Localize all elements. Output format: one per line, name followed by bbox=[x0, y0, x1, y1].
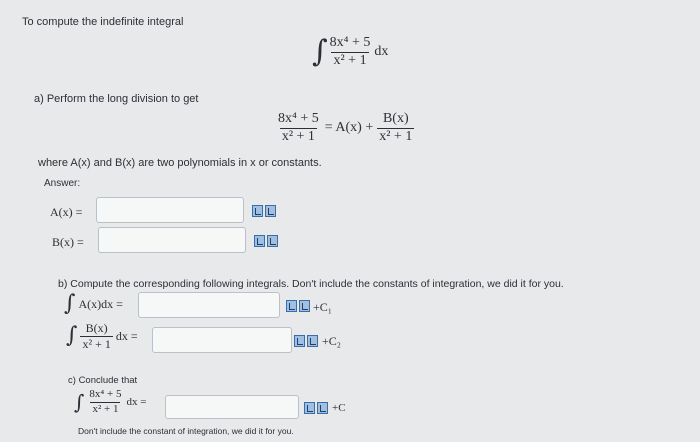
preview-icon[interactable] bbox=[265, 205, 276, 217]
a-of-x-input[interactable] bbox=[96, 197, 244, 223]
integral-c: ∫ 8x⁴ + 5 x² + 1 dx = bbox=[74, 388, 147, 415]
integral-sign: ∫ bbox=[66, 323, 78, 349]
integral-b: ∫ B(x) x² + 1 dx = bbox=[66, 322, 138, 350]
equation-middle: = A(x) + bbox=[324, 120, 374, 136]
equation-rhs: B(x) x² + 1 bbox=[377, 111, 415, 144]
part-a-label: a) bbox=[34, 93, 44, 105]
part-b-heading: b) Compute the corresponding following i… bbox=[58, 278, 564, 290]
integral-sign: ∫ bbox=[64, 291, 76, 316]
integral-b-input[interactable] bbox=[152, 327, 292, 353]
part-a-heading: a) Perform the long division to get bbox=[34, 93, 198, 105]
integral-a-input[interactable] bbox=[138, 292, 280, 318]
division-equation: 8x⁴ + 5 x² + 1 = A(x) + B(x) x² + 1 bbox=[276, 111, 415, 144]
integral-b-fraction: B(x) x² + 1 bbox=[80, 321, 113, 351]
equation-rhs-numerator: B(x) bbox=[382, 111, 409, 126]
main-integral-dx: dx bbox=[374, 44, 389, 60]
integral-c-numerator: 8x⁴ + 5 bbox=[89, 388, 122, 400]
integral-a-expression: A(x)dx = bbox=[78, 296, 123, 311]
equation-editor-icon[interactable] bbox=[294, 335, 305, 347]
integral-sign: ∫ bbox=[312, 34, 328, 70]
part-c-heading: c) Conclude that bbox=[68, 375, 137, 386]
integral-a: ∫ A(x)dx = bbox=[64, 293, 123, 315]
integral-a-constant: +C₁ bbox=[313, 300, 332, 314]
equation-lhs: 8x⁴ + 5 x² + 1 bbox=[276, 111, 321, 144]
answer-label: Answer: bbox=[44, 178, 81, 189]
integral-b-numerator: B(x) bbox=[85, 321, 108, 335]
integral-c-constant: +C bbox=[332, 402, 346, 414]
preview-icon[interactable] bbox=[307, 335, 318, 347]
intro-text: To compute the indefinite integral bbox=[22, 16, 184, 28]
integral-b-constant: +C₂ bbox=[322, 334, 341, 348]
where-text: where A(x) and B(x) are two polynomials … bbox=[38, 157, 322, 169]
b-of-x-label: B(x) = bbox=[52, 235, 84, 249]
a-of-x-label: A(x) = bbox=[50, 205, 83, 219]
integral-c-fraction: 8x⁴ + 5 x² + 1 bbox=[87, 388, 123, 415]
part-a-instruction: Perform the long division to get bbox=[46, 93, 199, 105]
part-c-instruction: Conclude that bbox=[78, 375, 138, 386]
integral-c-denominator: x² + 1 bbox=[90, 401, 121, 415]
main-integral-denominator: x² + 1 bbox=[331, 51, 369, 68]
equation-rhs-denominator: x² + 1 bbox=[377, 127, 415, 144]
integral-b-dx: dx = bbox=[115, 328, 138, 343]
main-integral-fraction: 8x⁴ + 5 x² + 1 bbox=[328, 35, 373, 68]
part-c-note: Don't include the constant of integratio… bbox=[78, 426, 294, 436]
preview-icon[interactable] bbox=[299, 300, 310, 312]
part-c-label: c) bbox=[68, 375, 76, 386]
equation-editor-icon[interactable] bbox=[304, 402, 315, 414]
integral-c-dx: dx = bbox=[126, 396, 147, 409]
integral-c-input[interactable] bbox=[165, 395, 299, 419]
equation-editor-icon[interactable] bbox=[286, 300, 297, 312]
integral-b-denominator: x² + 1 bbox=[80, 335, 113, 351]
equation-editor-icon[interactable] bbox=[254, 235, 265, 247]
part-b-instruction: Compute the corresponding following inte… bbox=[70, 278, 564, 290]
equation-lhs-denominator: x² + 1 bbox=[279, 127, 317, 144]
preview-icon[interactable] bbox=[317, 402, 328, 414]
integral-sign: ∫ bbox=[74, 390, 85, 415]
part-b-label: b) bbox=[58, 278, 68, 290]
main-integral-numerator: 8x⁴ + 5 bbox=[329, 35, 371, 50]
equation-lhs-numerator: 8x⁴ + 5 bbox=[278, 111, 319, 126]
b-of-x-input[interactable] bbox=[98, 227, 246, 253]
main-integral: ∫ 8x⁴ + 5 x² + 1 dx bbox=[312, 34, 389, 70]
equation-editor-icon[interactable] bbox=[252, 205, 263, 217]
preview-icon[interactable] bbox=[267, 235, 278, 247]
